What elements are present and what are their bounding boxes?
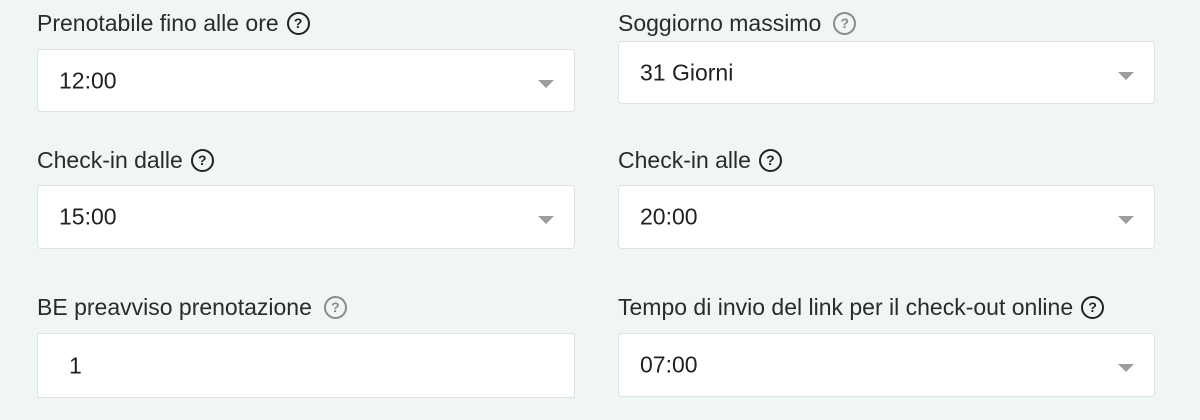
checkout-link-select[interactable]: 07:00 xyxy=(618,333,1155,397)
select-value: 15:00 xyxy=(59,203,117,230)
help-icon[interactable]: ? xyxy=(190,148,214,172)
field-label: Soggiorno massimo ? xyxy=(618,8,857,38)
field-soggiorno: Soggiorno massimo ? 31 Giorni xyxy=(618,8,1155,104)
checkin-alle-select[interactable]: 20:00 xyxy=(618,185,1155,249)
chevron-down-icon xyxy=(538,79,554,88)
label-text: BE preavviso prenotazione xyxy=(37,293,312,320)
field-label: Prenotabile fino alle ore ? xyxy=(37,8,310,38)
field-checkin-alle: Check-in alle ? 20:00 xyxy=(618,145,1155,249)
help-icon[interactable]: ? xyxy=(286,11,310,35)
select-value: 12:00 xyxy=(59,67,117,93)
label-text: Check-in alle xyxy=(618,146,751,173)
field-label: Check-in alle ? xyxy=(618,145,782,175)
field-checkout-link: Tempo di invio del link per il check-out… xyxy=(618,292,1155,397)
be-preavviso-input[interactable]: 1 xyxy=(37,333,575,398)
field-label: Check-in dalle ? xyxy=(37,145,214,175)
prenotabile-select[interactable]: 12:00 xyxy=(37,49,575,112)
select-value: 07:00 xyxy=(640,351,698,378)
field-label: BE preavviso prenotazione ? xyxy=(37,292,347,322)
chevron-down-icon xyxy=(538,216,554,224)
label-text: Soggiorno massimo xyxy=(618,9,822,36)
help-icon[interactable]: ? xyxy=(323,295,347,319)
chevron-down-icon xyxy=(1118,216,1134,224)
soggiorno-select[interactable]: 31 Giorni xyxy=(618,41,1155,104)
select-value: 31 Giorni xyxy=(640,59,734,85)
label-text: Check-in dalle xyxy=(37,146,183,173)
field-be-preavviso: BE preavviso prenotazione ? 1 xyxy=(37,292,575,398)
field-prenotabile: Prenotabile fino alle ore ? 12:00 xyxy=(37,8,575,112)
help-icon[interactable]: ? xyxy=(1081,295,1105,319)
field-label: Tempo di invio del link per il check-out… xyxy=(618,292,1105,322)
input-value: 1 xyxy=(69,352,82,378)
label-text: Prenotabile fino alle ore xyxy=(37,9,279,36)
label-text: Tempo di invio del link per il check-out… xyxy=(618,293,1074,320)
field-checkin-dalle: Check-in dalle ? 15:00 xyxy=(37,145,575,249)
help-icon[interactable]: ? xyxy=(758,148,782,172)
chevron-down-icon xyxy=(1118,71,1134,80)
checkin-dalle-select[interactable]: 15:00 xyxy=(37,185,575,249)
select-value: 20:00 xyxy=(640,203,698,230)
help-icon[interactable]: ? xyxy=(833,11,857,35)
chevron-down-icon xyxy=(1118,364,1134,372)
